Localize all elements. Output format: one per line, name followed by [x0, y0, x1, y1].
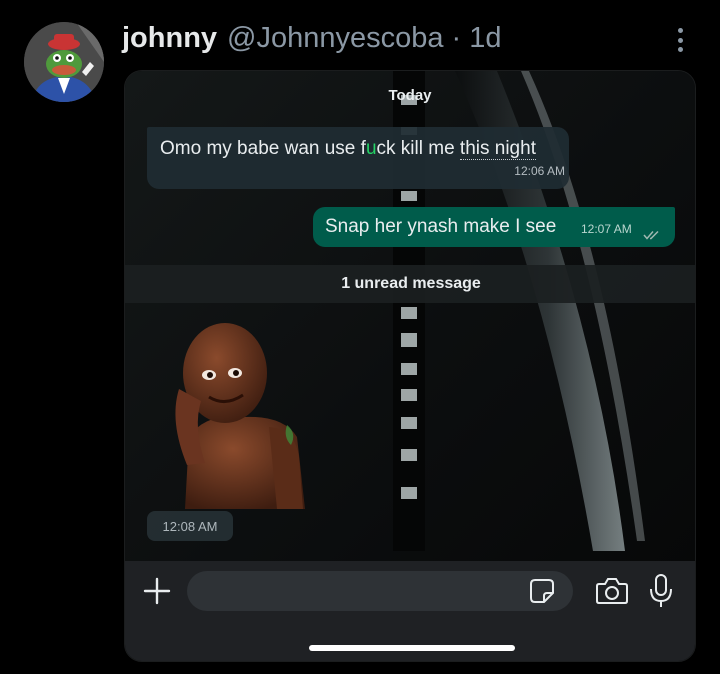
incoming-message-bubble[interactable]: Omo my babe wan use fuck kill me this ni…: [147, 127, 569, 189]
user-handle[interactable]: @Johnnyescoba: [227, 22, 443, 55]
sticker-time: 12:08 AM: [147, 511, 233, 541]
text-cursor: u: [365, 138, 377, 159]
post-header: johnny @Johnnyescoba · 1d: [122, 18, 501, 58]
date-separator: Today: [388, 87, 432, 104]
plus-icon[interactable]: [141, 575, 173, 607]
incoming-message-text: Omo my babe wan use fuck kill me this ni…: [160, 138, 536, 160]
chat-screenshot[interactable]: Today Omo my babe wan use fuck kill me t…: [124, 70, 696, 662]
more-options-button[interactable]: [668, 24, 692, 56]
message-input[interactable]: [187, 571, 573, 611]
outgoing-message-bubble[interactable]: Snap her ynash make I see 12:07 AM: [313, 207, 675, 247]
sticker-figure-icon: [175, 323, 305, 509]
message-time: 12:06 AM: [514, 164, 565, 178]
separator-dot: ·: [451, 21, 462, 54]
mic-icon[interactable]: [649, 573, 673, 609]
unread-label: 1 unread message: [341, 275, 481, 292]
more-vertical-icon: [677, 28, 683, 33]
sticker-icon[interactable]: [529, 578, 555, 604]
avatar[interactable]: [24, 22, 104, 102]
tweet-post: johnny @Johnnyescoba · 1d Today Omo my b…: [0, 0, 720, 674]
avatar-frog-icon: [24, 22, 104, 102]
unread-divider: 1 unread message: [125, 265, 695, 303]
double-check-icon: [643, 230, 659, 240]
message-time: 12:07 AM: [581, 222, 632, 236]
underlined-phrase[interactable]: this night: [459, 138, 536, 160]
outgoing-message-text: Snap her ynash make I see: [325, 216, 557, 237]
home-indicator: [309, 645, 515, 651]
post-time[interactable]: 1d: [469, 22, 501, 55]
display-name[interactable]: johnny: [122, 22, 217, 55]
camera-icon[interactable]: [595, 576, 629, 606]
message-composer: [125, 561, 695, 661]
sticker-message[interactable]: [165, 317, 311, 509]
